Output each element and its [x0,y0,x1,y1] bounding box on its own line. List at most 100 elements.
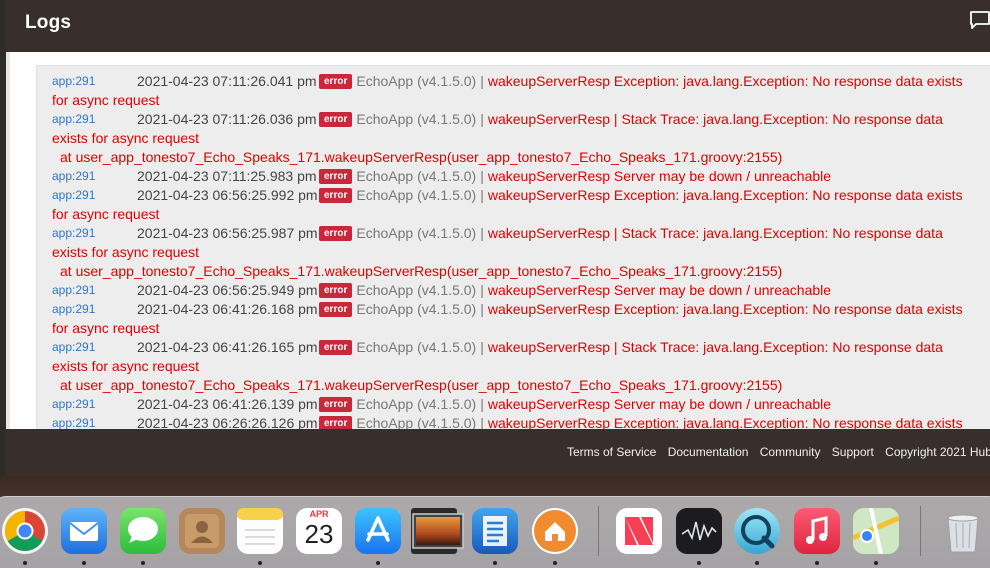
log-source: EchoApp (v4.1.5.0) [356,301,477,317]
log-list[interactable]: app:291 2021-04-23 07:11:26.041 pm error Ec… [36,65,990,429]
log-separator: | [480,225,484,241]
page-header: Logs [6,0,990,52]
log-row: app:291 2021-04-23 07:11:25.983 pm error Ec… [37,167,990,186]
log-separator: | [480,396,484,412]
log-timestamp: 2021-04-23 07:11:26.041 pm [137,73,317,89]
maps-icon[interactable] [852,507,900,555]
page-title: Logs [25,12,72,33]
log-stack-trace: at user_app_tonesto7_Echo_Speaks_171.wak… [60,377,783,393]
log-entry: app:291 2021-04-23 06:26:26.126 pm error Ec… [37,414,990,429]
log-timestamp: 2021-04-23 06:56:25.987 pm [137,225,318,241]
log-stack-trace: at user_app_tonesto7_Echo_Speaks_171.wak… [60,263,783,279]
running-indicator [874,561,878,565]
log-message: wakeupServerResp Server may be down / un… [487,396,832,412]
chat-bubble-icon[interactable] [969,10,990,30]
running-indicator [23,561,27,565]
log-level-badge: error [319,397,353,412]
log-timestamp: 2021-04-23 07:11:25.983 pm [137,168,317,184]
news-icon[interactable] [616,508,662,554]
chrome-icon[interactable] [2,508,48,554]
log-app-link[interactable]: app:291 [37,224,137,243]
log-entry: app:291 2021-04-23 07:11:25.983 pm error Ec… [37,167,990,186]
page-footer: Terms of Service Documentation Community… [6,429,990,476]
quicktime-icon[interactable] [734,508,780,554]
photo-slideshow-icon[interactable] [411,508,464,554]
log-timestamp: 2021-04-23 07:11:26.036 pm [137,111,317,127]
log-source: EchoApp (v4.1.5.0) [356,73,477,89]
log-separator: | [480,187,484,203]
log-message: wakeupServerResp Server may be down / un… [487,168,832,184]
log-app-link[interactable]: app:291 [37,72,137,91]
log-entry: app:291 2021-04-23 06:56:25.992 pm error Ec… [37,186,990,224]
log-app-link[interactable]: app:291 [37,110,137,129]
log-level-badge: error [319,416,353,429]
log-message: wakeupServerResp Server may be down / un… [487,282,832,298]
log-app-link[interactable]: app:291 [37,167,137,186]
log-row: app:291 2021-04-23 07:11:26.036 pm error Ec… [37,110,990,129]
log-app-link[interactable]: app:291 [37,300,137,319]
dock-separator [920,506,921,556]
log-message: wakeupServerResp Exception: java.lang.Ex… [487,301,963,317]
log-entry: app:291 2021-04-23 06:41:26.168 pm error Ec… [37,300,990,338]
log-row: app:291 2021-04-23 06:41:26.139 pm error Ec… [37,395,990,414]
log-timestamp: 2021-04-23 06:41:26.165 pm [137,339,318,355]
logs-content[interactable]: app:291 2021-04-23 07:11:26.041 pm error Ec… [6,52,990,429]
log-row: app:291 2021-04-23 06:56:25.992 pm error Ec… [37,186,990,205]
log-row: app:291 2021-04-23 06:56:25.987 pm error Ec… [37,224,990,243]
log-separator: | [480,415,484,429]
log-timestamp: 2021-04-23 06:26:26.126 pm [137,415,318,429]
word-icon[interactable] [472,508,518,554]
calendar-month: APR [309,509,329,519]
messages-icon[interactable] [120,508,166,554]
notes-icon[interactable] [237,508,283,554]
stocks-icon[interactable] [676,508,722,554]
log-message: wakeupServerResp | Stack Trace: java.lan… [487,225,943,241]
log-separator: | [480,282,484,298]
trash-icon[interactable] [940,508,986,554]
documentation-link[interactable]: Documentation [668,445,749,459]
log-message: wakeupServerResp Exception: java.lang.Ex… [487,415,963,429]
log-timestamp: 2021-04-23 06:41:26.168 pm [137,301,318,317]
running-indicator [82,561,86,565]
log-message-continuation: for async request [52,206,160,222]
log-level-badge: error [319,112,353,127]
log-row: app:291 2021-04-23 06:56:25.949 pm error Ec… [37,281,990,300]
log-app-link[interactable]: app:291 [37,338,137,357]
log-app-link[interactable]: app:291 [37,414,137,429]
mail-icon[interactable] [61,508,107,554]
log-app-link[interactable]: app:291 [37,395,137,414]
log-row: app:291 2021-04-23 06:41:26.168 pm error Ec… [37,300,990,319]
log-source: EchoApp (v4.1.5.0) [356,415,477,429]
log-app-link[interactable]: app:291 [37,281,137,300]
community-link[interactable]: Community [760,445,821,459]
log-source: EchoApp (v4.1.5.0) [356,111,477,127]
contacts-icon[interactable] [179,508,225,554]
log-separator: | [480,339,484,355]
log-separator: | [480,168,484,184]
music-icon[interactable] [794,508,840,554]
app-store-icon[interactable] [355,508,401,554]
running-indicator [376,561,380,565]
log-level-badge: error [319,226,353,241]
support-link[interactable]: Support [832,445,874,459]
log-entry: app:291 2021-04-23 06:56:25.949 pm error Ec… [37,281,990,300]
log-app-link[interactable]: app:291 [37,186,137,205]
log-message: wakeupServerResp | Stack Trace: java.lan… [487,339,943,355]
log-timestamp: 2021-04-23 06:41:26.139 pm [137,396,318,412]
running-indicator [697,561,701,565]
log-entry: app:291 2021-04-23 07:11:26.036 pm error Ec… [37,110,990,167]
running-indicator [258,561,262,565]
log-row: app:291 2021-04-23 06:41:26.165 pm error Ec… [37,338,990,357]
log-message-continuation: for async request [52,320,160,336]
log-timestamp: 2021-04-23 06:56:25.992 pm [137,187,318,203]
running-indicator [553,561,557,565]
calendar-icon[interactable]: APR 23 [296,508,342,554]
log-message-continuation: exists for async request [52,244,200,260]
scrollbar[interactable] [6,52,10,429]
log-level-badge: error [319,188,353,203]
log-row: app:291 2021-04-23 06:26:26.126 pm error Ec… [37,414,990,429]
log-separator: | [480,111,484,127]
terms-link[interactable]: Terms of Service [567,445,656,459]
log-timestamp: 2021-04-23 06:56:25.949 pm [137,282,318,298]
home-icon[interactable] [532,508,578,554]
